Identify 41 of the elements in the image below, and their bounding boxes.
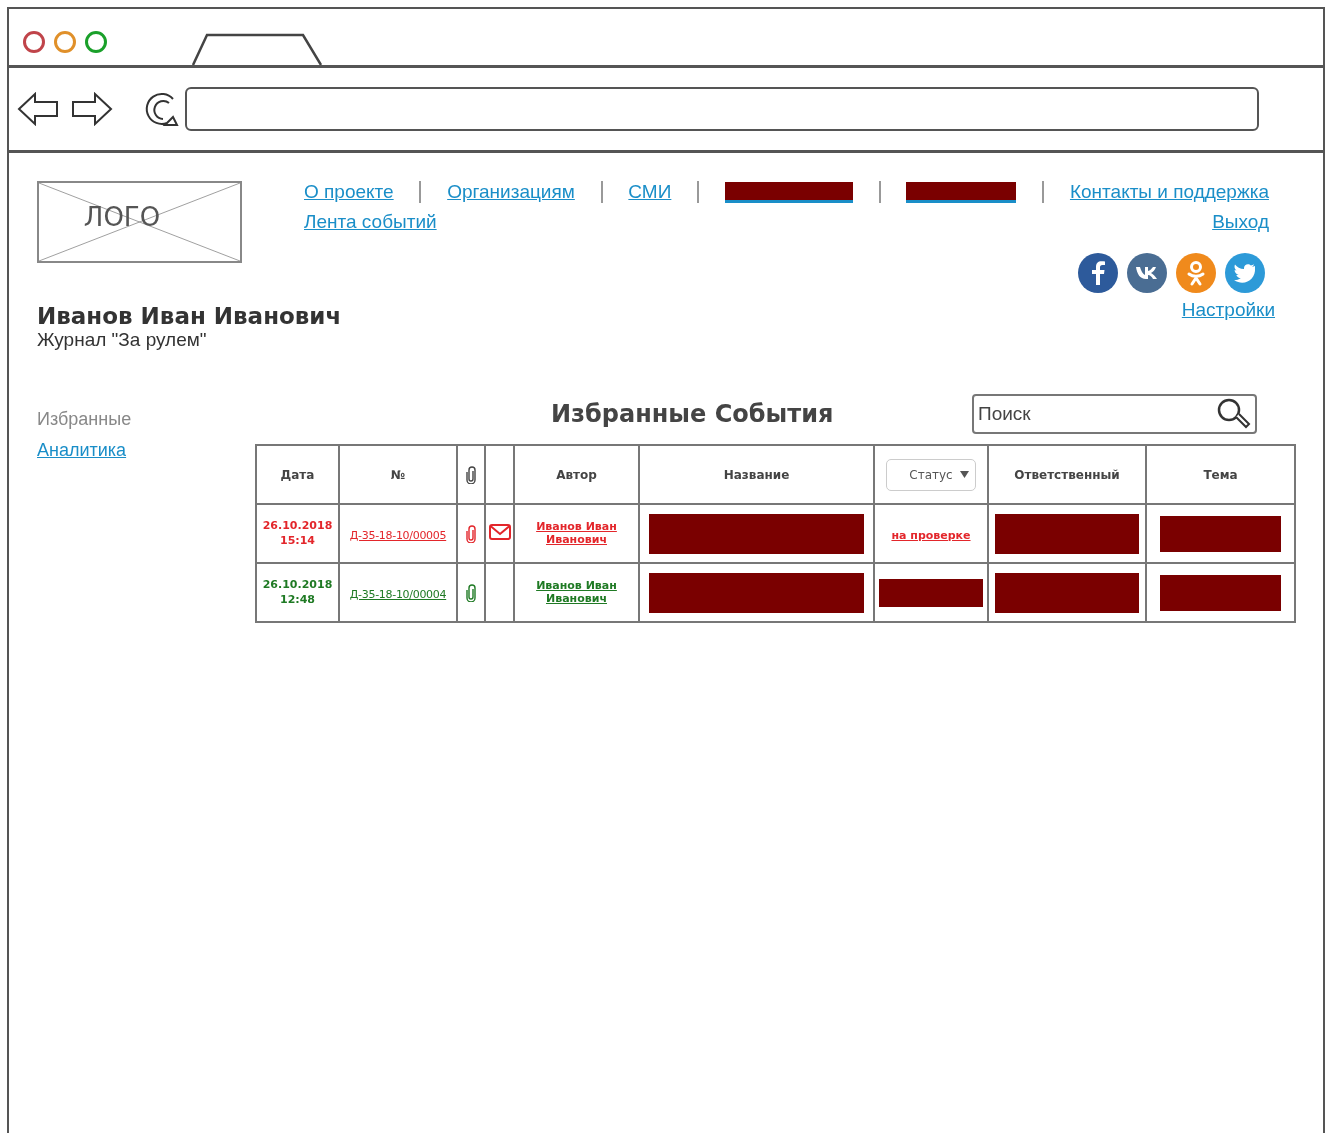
status-filter-dropdown[interactable]: Статус (886, 458, 976, 491)
logout-link[interactable]: Выход (1212, 211, 1269, 233)
nav-link[interactable]: СМИ (628, 181, 672, 203)
page-title: Избранные События (551, 400, 834, 428)
bird-icon[interactable] (1225, 253, 1265, 293)
column-header: Тема (1203, 467, 1238, 482)
address-bar[interactable] (185, 87, 1259, 131)
maximize-window-icon[interactable] (85, 31, 107, 53)
search-icon[interactable] (1215, 397, 1253, 431)
document-number-link[interactable]: Д-35-18-10/00004 (349, 588, 447, 601)
date-time: 26.10.2018 15:14 (262, 519, 333, 548)
user-organization: Журнал "За рулем" (37, 329, 208, 351)
caret-icon (959, 471, 969, 478)
paperclip-icon (466, 465, 476, 484)
forward-arrow-icon[interactable] (71, 92, 113, 126)
nav-link[interactable]: Контакты и поддержка (1069, 181, 1269, 203)
status-link[interactable]: на проверке (891, 529, 971, 542)
minimize-window-icon[interactable] (54, 31, 76, 53)
column-header: Автор (556, 467, 597, 482)
search-field[interactable]: Поиск (972, 394, 1257, 434)
column-header: Название (723, 467, 790, 482)
logo-text: ЛОГО (83, 202, 161, 232)
nav-link[interactable]: О проекте (304, 181, 394, 203)
redacted-nav-link[interactable] (906, 181, 1017, 203)
facebook-icon[interactable] (1078, 253, 1118, 293)
redacted-nav-link[interactable] (724, 181, 853, 203)
date-time: 26.10.2018 12:48 (262, 578, 333, 607)
browser-tab[interactable] (191, 33, 323, 65)
close-window-icon[interactable] (23, 31, 45, 53)
nav-link[interactable]: Организациям (447, 181, 575, 203)
back-arrow-icon[interactable] (17, 92, 59, 126)
nav-link[interactable]: Лента событий (304, 211, 437, 233)
column-header: № (390, 467, 406, 482)
settings-link[interactable]: Настройки (1181, 299, 1275, 321)
user-name: Иванов Иван Иванович (37, 303, 342, 329)
vk-icon[interactable] (1127, 253, 1167, 293)
column-header: Дата (280, 467, 315, 482)
sidebar-item[interactable]: Аналитика (37, 440, 127, 461)
document-number-link[interactable]: Д-35-18-10/00005 (349, 529, 447, 542)
column-header: Ответственный (1014, 467, 1120, 482)
sidebar-item[interactable]: Избранные (37, 409, 132, 430)
